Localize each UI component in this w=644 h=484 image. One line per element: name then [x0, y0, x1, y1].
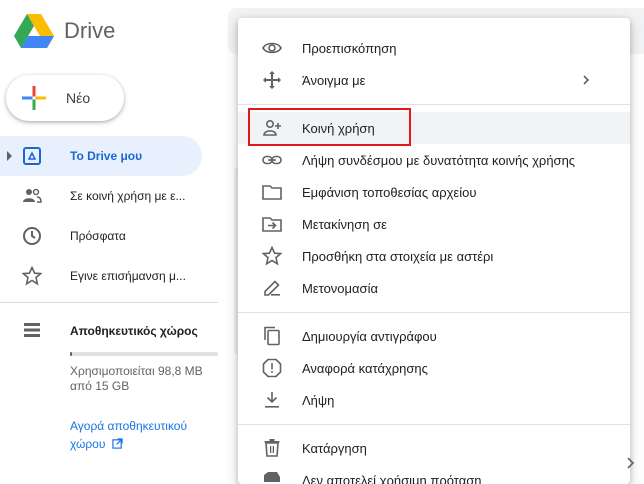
menu-item-download[interactable]: Λήψη [238, 384, 630, 416]
drive-logo[interactable]: Drive [14, 14, 115, 48]
menu-item-move-to[interactable]: Μετακίνηση σε [238, 208, 630, 240]
share-highlight-box [248, 108, 411, 146]
storage-used-text: Χρησιμοποιείται 98,8 MB από 15 GB [70, 364, 203, 393]
sidebar: Drive Νέο Το Drive μου Σε κοινή χρήση με… [0, 0, 230, 484]
menu-divider [238, 424, 630, 425]
menu-item-show-location[interactable]: Εμφάνιση τοποθεσίας αρχείου [238, 176, 630, 208]
storage-icon [24, 323, 40, 337]
buy-storage-link[interactable]: Αγορά αποθηκευτικού χώρου [70, 417, 190, 453]
sidebar-item-label: Εγινε επισήμανση μ... [70, 269, 186, 283]
menu-item-report-abuse[interactable]: Αναφορά κατάχρησης [238, 352, 630, 384]
storage-title: Αποθηκευτικός χώρος [70, 324, 198, 338]
sidebar-item-starred[interactable]: Εγινε επισήμανση μ... [0, 256, 230, 296]
app-name: Drive [64, 18, 116, 43]
sidebar-item-recent[interactable]: Πρόσφατα [0, 216, 230, 256]
context-menu: Προεπισκόπηση Άνοιγμα με Κοινή χρήση Λήψ… [238, 18, 630, 484]
menu-divider [238, 312, 630, 313]
menu-item-add-star[interactable]: Προσθήκη στα στοιχεία με αστέρι [238, 240, 630, 272]
copy-icon [264, 326, 280, 346]
sidebar-item-shared-with-me[interactable]: Σε κοινή χρήση με ε... [0, 176, 230, 216]
menu-item-label: Δημιουργία αντιγράφου [302, 329, 437, 344]
menu-item-label: Αναφορά κατάχρησης [302, 361, 428, 376]
not-helpful-icon [264, 472, 280, 482]
menu-divider [238, 104, 630, 105]
menu-item-open-with[interactable]: Άνοιγμα με [238, 64, 630, 96]
expand-arrow-icon[interactable] [7, 151, 12, 161]
sidebar-item-label: Το Drive μου [70, 149, 143, 163]
sidebar-item-my-drive[interactable]: Το Drive μου [0, 136, 202, 176]
shared-people-icon [23, 188, 42, 203]
folder-icon [262, 185, 282, 200]
pencil-icon [264, 280, 280, 296]
download-icon [265, 392, 279, 408]
menu-item-preview[interactable]: Προεπισκόπηση [238, 32, 630, 64]
menu-item-label: Δεν αποτελεί χρήσιμη πρόταση [302, 473, 482, 484]
move-to-folder-icon [262, 217, 282, 232]
menu-item-label: Προσθήκη στα στοιχεία με αστέρι [302, 249, 494, 264]
buy-storage-label: Αγορά αποθηκευτικού χώρου [70, 419, 188, 451]
my-drive-icon [23, 147, 41, 165]
menu-item-remove[interactable]: Κατάργηση [238, 432, 630, 464]
star-icon [22, 266, 42, 286]
menu-item-label: Λήψη συνδέσμου με δυνατότητα κοινής χρήσ… [302, 153, 576, 168]
menu-item-label: Προεπισκόπηση [302, 41, 397, 56]
new-button[interactable]: Νέο [6, 75, 124, 121]
storage-usage-bar [70, 352, 218, 356]
menu-item-label: Λήψη [302, 393, 335, 408]
menu-item-rename[interactable]: Μετονομασία [238, 272, 630, 304]
sidebar-nav: Το Drive μου Σε κοινή χρήση με ε... Πρόσ… [0, 136, 230, 296]
scroll-arrow-icon[interactable] [624, 452, 638, 474]
external-link-icon [112, 438, 123, 449]
menu-item-not-helpful[interactable]: Δεν αποτελεί χρήσιμη πρόταση [238, 464, 630, 484]
star-icon [262, 246, 282, 266]
link-icon [262, 155, 282, 165]
drive-logo-icon [14, 14, 54, 48]
new-button-label: Νέο [66, 90, 91, 106]
trash-icon [264, 439, 280, 457]
menu-item-label: Μετακίνηση σε [302, 217, 387, 232]
clock-icon [23, 227, 41, 245]
chevron-right-icon [583, 75, 590, 85]
report-icon [262, 358, 282, 378]
menu-item-get-link[interactable]: Λήψη συνδέσμου με δυνατότητα κοινής χρήσ… [238, 144, 630, 176]
menu-item-label: Κατάργηση [302, 441, 367, 456]
open-with-icon [263, 71, 281, 89]
sidebar-item-label: Πρόσφατα [70, 229, 126, 243]
menu-item-make-copy[interactable]: Δημιουργία αντιγράφου [238, 320, 630, 352]
menu-item-label: Εμφάνιση τοποθεσίας αρχείου [302, 185, 477, 200]
menu-item-label: Άνοιγμα με [302, 73, 366, 88]
storage-usage-fill [70, 352, 73, 356]
sidebar-item-label: Σε κοινή χρήση με ε... [70, 189, 186, 203]
menu-item-label: Μετονομασία [302, 281, 378, 296]
plus-icon [22, 86, 46, 110]
eye-icon [262, 42, 282, 54]
sidebar-divider [0, 302, 218, 303]
